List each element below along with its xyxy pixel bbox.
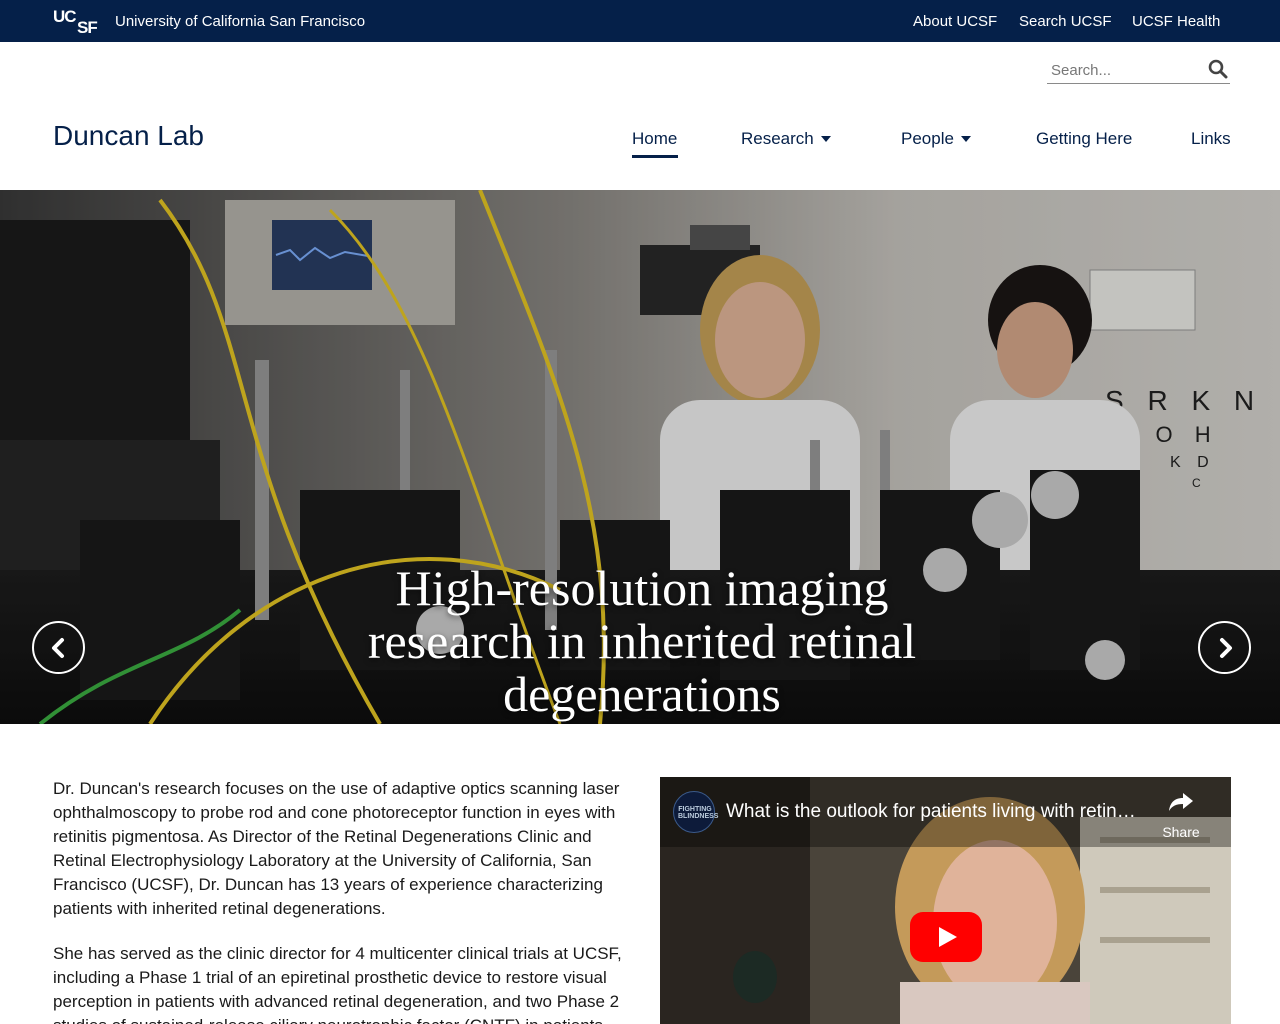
- nav-getting-here[interactable]: Getting Here: [1036, 129, 1132, 149]
- nav-links[interactable]: Links: [1191, 129, 1231, 149]
- nav-people[interactable]: People: [901, 129, 971, 149]
- site-search: [1047, 57, 1230, 84]
- intro-paragraph-2: She has served as the clinic director fo…: [53, 944, 622, 1024]
- video-title[interactable]: What is the outlook for patients living …: [726, 801, 1146, 823]
- chevron-left-icon: [52, 638, 64, 658]
- youtube-video-embed[interactable]: FIGHTING BLINDNESS What is the outlook f…: [660, 777, 1231, 1024]
- slideshow-prev-button[interactable]: [32, 621, 85, 674]
- chevron-right-icon: [1220, 638, 1232, 658]
- caret-down-icon: [820, 135, 831, 142]
- nav-links-label: Links: [1191, 129, 1231, 148]
- share-icon: [1169, 793, 1193, 811]
- nav-research[interactable]: Research: [741, 129, 831, 149]
- channel-avatar[interactable]: FIGHTING BLINDNESS: [673, 791, 719, 833]
- hero-caption: High-resolution imaging research in inhe…: [367, 560, 917, 722]
- youtube-play-icon[interactable]: [910, 912, 982, 962]
- ucsf-top-bar: UC SF University of California San Franc…: [0, 0, 1280, 42]
- nav-getting-here-label: Getting Here: [1036, 129, 1133, 148]
- nav-active-indicator: [632, 155, 678, 158]
- channel-badge: FIGHTING BLINDNESS: [678, 806, 719, 820]
- slideshow-next-button[interactable]: [1198, 621, 1251, 674]
- share-button[interactable]: Share: [1155, 791, 1207, 840]
- svg-text:UC: UC: [53, 8, 76, 26]
- university-name[interactable]: University of California San Francisco: [115, 13, 365, 30]
- nav-people-label: People: [901, 129, 954, 148]
- search-icon[interactable]: [1208, 59, 1228, 79]
- caret-down-icon: [960, 135, 971, 142]
- ucsf-logo[interactable]: UC SF: [53, 8, 105, 34]
- nav-home-label: Home: [632, 129, 678, 148]
- intro-text: Dr. Duncan's research focuses on the use…: [53, 777, 633, 1024]
- search-input[interactable]: [1051, 59, 1201, 81]
- about-ucsf-link[interactable]: About UCSF: [913, 13, 997, 30]
- nav-research-label: Research: [741, 129, 814, 148]
- intro-paragraph-1: Dr. Duncan's research focuses on the use…: [53, 779, 620, 918]
- svg-text:SF: SF: [77, 18, 97, 34]
- search-ucsf-link[interactable]: Search UCSF: [1019, 13, 1112, 30]
- nav-home[interactable]: Home: [632, 129, 677, 149]
- share-label: Share: [1162, 824, 1200, 840]
- site-title[interactable]: Duncan Lab: [53, 120, 204, 152]
- ucsf-health-link[interactable]: UCSF Health: [1132, 13, 1220, 30]
- hero-slideshow: S R K N Z O H K D C High-resolution imag…: [0, 190, 1280, 724]
